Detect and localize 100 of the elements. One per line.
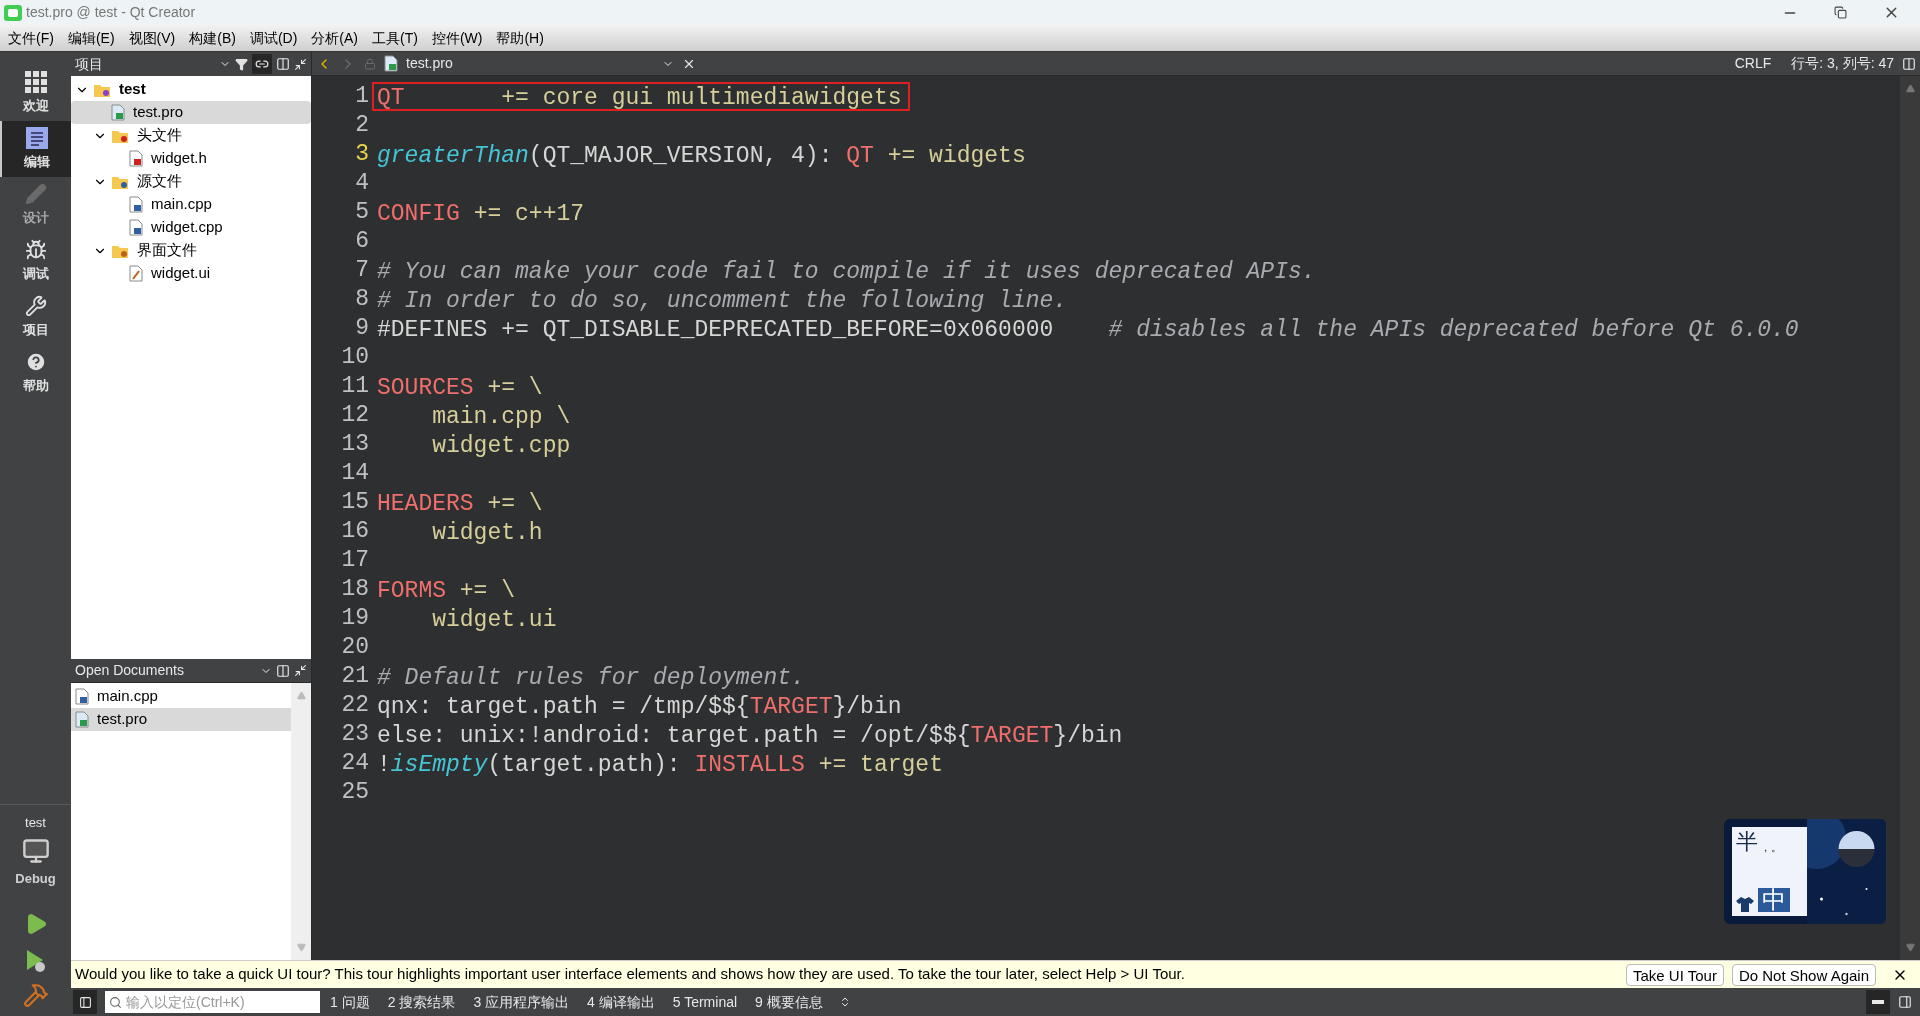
restore-icon[interactable] [1834, 6, 1847, 19]
mode-button[interactable]: 编辑 [0, 121, 71, 177]
output-pane-button[interactable]: 5 Terminal [670, 991, 740, 1013]
menu-item[interactable]: 工具(T) [368, 27, 422, 49]
output-pane-button[interactable]: 1 问题 [328, 991, 372, 1013]
menu-item[interactable]: 分析(A) [307, 27, 362, 49]
build-config-label: Debug [15, 869, 56, 888]
line-number: 2 [354, 111, 370, 140]
code-line: qnx: target.path = /tmp/$${TARGET}/bin [376, 693, 903, 720]
file-icon [129, 150, 143, 167]
line-number: 12 [340, 401, 370, 430]
scroll-down-icon[interactable] [1905, 943, 1915, 952]
output-pane-button[interactable]: 3 应用程序输出 [471, 991, 572, 1013]
open-document-item[interactable]: test.pro [71, 708, 291, 731]
ime-language-label: 中 [1758, 888, 1790, 912]
code-line: #DEFINES += QT_DISABLE_DEPRECATED_BEFORE=0x060000 # disables all the APIs deprecated before Qt 6.0.0 [376, 316, 1800, 343]
code-line: widget.cpp [431, 432, 572, 459]
line-number: 18 [340, 575, 370, 604]
line-number: 8 [354, 285, 370, 314]
file-icon [111, 104, 125, 121]
line-number: 20 [340, 633, 370, 662]
sync-link-button[interactable] [252, 54, 272, 74]
kit-project-label: test [25, 814, 46, 832]
tree-item[interactable]: main.cpp [71, 193, 311, 216]
line-number: 4 [354, 169, 370, 198]
pane-title: Open Documents [75, 661, 185, 680]
sidebar-toggle-button[interactable] [73, 990, 97, 1014]
ime-mode-label: 半 [1736, 831, 1758, 853]
info-bar-button[interactable]: Do Not Show Again [1731, 963, 1876, 986]
menu-item[interactable]: 文件(F) [4, 27, 58, 49]
menu-item[interactable]: 帮助(H) [492, 27, 548, 49]
app-logo-icon [4, 4, 22, 21]
monitor-icon[interactable] [21, 836, 50, 865]
code-line: main.cpp \ [431, 403, 572, 430]
progress-toggle-button[interactable] [1866, 990, 1890, 1014]
output-pane-button[interactable]: 2 搜索结果 [385, 991, 458, 1013]
bug-icon [24, 238, 47, 261]
line-number: 13 [340, 430, 370, 459]
code-line: # You can make your code fail to compile if it uses deprecated APIs. [376, 258, 1317, 285]
code-line: greaterThan(QT_MAJOR_VERSION, 4): QT += widgets [376, 142, 1027, 169]
scrollbar[interactable] [1900, 76, 1920, 960]
line-number: 17 [340, 546, 370, 575]
info-bar-button[interactable]: Take UI Tour [1626, 963, 1724, 986]
tree-item[interactable]: widget.h [71, 147, 311, 170]
document-icon [25, 126, 48, 149]
open-document-item[interactable]: main.cpp [71, 685, 291, 708]
mode-button[interactable]: 项目 [0, 289, 71, 345]
line-number: 1 [354, 82, 370, 111]
tree-item[interactable]: 界面文件 [71, 239, 311, 262]
cursor-position-label[interactable]: 行号: 3, 列号: 47 [1791, 53, 1894, 74]
shirt-icon [1736, 896, 1754, 912]
line-number: 10 [340, 343, 370, 372]
line-number: 22 [340, 691, 370, 720]
mode-button[interactable]: 调试 [0, 233, 71, 289]
close-pane-icon[interactable] [294, 664, 307, 677]
filter-icon[interactable] [235, 57, 248, 71]
code-line: CONFIG += c++17 [376, 200, 586, 227]
code-line: SOURCES += \ [376, 374, 544, 401]
code-line: !isEmpty(target.path): INSTALLS += target [376, 751, 944, 778]
tree-item[interactable]: 头文件 [71, 124, 311, 147]
mode-button[interactable]: 帮助 [0, 345, 71, 401]
code-line: else: unix:!android: target.path = /opt/$${TARGET}/bin [376, 722, 1124, 749]
document-selector[interactable]: test.pro [384, 53, 674, 74]
scroll-up-icon[interactable] [1905, 84, 1915, 93]
line-number: 19 [340, 604, 370, 633]
line-number: 14 [340, 459, 370, 488]
code-line: # In order to do so, uncomment the following line. [376, 287, 1069, 314]
tree-item[interactable]: 源文件 [71, 170, 311, 193]
tree-item[interactable]: widget.ui [71, 262, 311, 285]
panel-icon[interactable] [1898, 995, 1912, 1009]
menu-item[interactable]: 调试(D) [245, 27, 302, 49]
link-icon [255, 57, 269, 71]
split-icon[interactable] [1902, 56, 1916, 71]
pencil-icon [24, 182, 47, 205]
line-ending-label[interactable]: CRLF [1734, 53, 1772, 74]
pane-title: 项目 [75, 54, 104, 74]
menu-item[interactable]: 编辑(E) [63, 27, 119, 49]
code-line: FORMS += \ [376, 577, 517, 604]
close-pane-icon[interactable] [294, 57, 307, 71]
tree-item[interactable]: widget.cpp [71, 216, 311, 239]
wrench-icon [24, 294, 47, 317]
tree-item[interactable]: test [71, 78, 311, 101]
split-icon[interactable] [276, 663, 290, 678]
line-number: 23 [340, 720, 370, 749]
menu-item[interactable]: 构建(B) [185, 27, 240, 49]
locator-field[interactable]: 输入以定位(Ctrl+K) [105, 991, 320, 1013]
output-pane-button[interactable]: 9 概要信息 [753, 991, 825, 1013]
line-number: 3 [354, 140, 370, 169]
build-icon[interactable] [22, 982, 49, 1008]
output-pane-button[interactable]: 4 编译输出 [585, 991, 657, 1013]
split-icon[interactable] [276, 57, 290, 71]
code-line: HEADERS += \ [376, 490, 544, 517]
code-line: # Default rules for deployment. [376, 664, 806, 691]
tree-item[interactable]: test.pro [71, 101, 311, 124]
ime-widget[interactable]: 半，。 中 [1724, 819, 1886, 924]
menu-item[interactable]: 控件(W) [427, 27, 487, 49]
lock-icon [364, 57, 376, 70]
info-message: Would you like to take a quick UI tour? This tour highlights important user interface elements and shows how they are used. To take the tour later, select Help > UI Tour. [75, 964, 1186, 985]
menu-item[interactable]: 视图(V) [124, 27, 180, 49]
mode-button[interactable]: 欢迎 [0, 65, 71, 121]
